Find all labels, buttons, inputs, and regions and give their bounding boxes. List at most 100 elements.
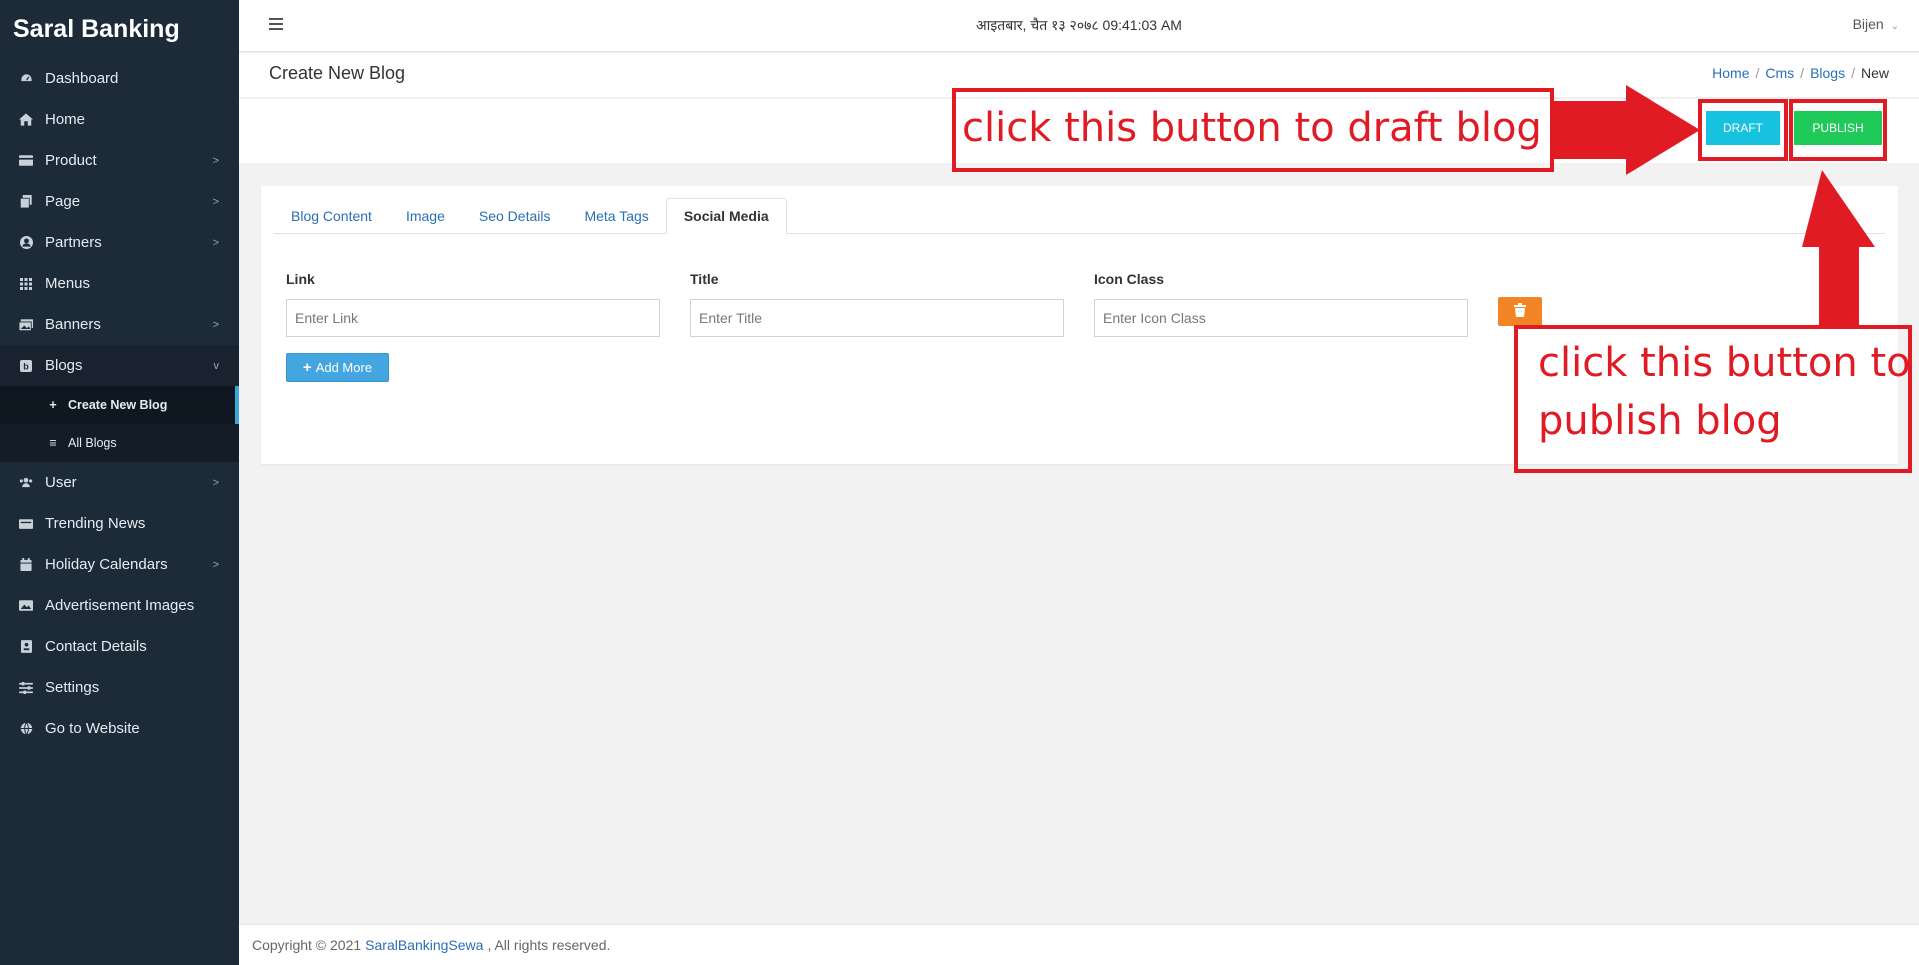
menus-icon	[19, 277, 33, 291]
sidebar-item-blogs[interactable]: b Blogs v	[0, 345, 239, 386]
image-icon	[19, 599, 33, 613]
user-menu[interactable]: Bijen ⌄	[1853, 16, 1899, 32]
dashboard-icon	[19, 72, 33, 86]
tab-meta-tags[interactable]: Meta Tags	[567, 198, 665, 234]
partners-icon	[19, 236, 33, 250]
sidebar-subitem-label: All Blogs	[68, 436, 117, 450]
sidebar-item-create-new-blog[interactable]: + Create New Blog	[0, 386, 239, 424]
sidebar-item-partners[interactable]: Partners >	[0, 222, 239, 263]
sidebar-item-label: Go to Website	[45, 720, 140, 737]
publish-annotation-line1: click this button to	[1538, 340, 1911, 386]
sidebar-item-label: Dashboard	[45, 70, 119, 87]
breadcrumb-cms[interactable]: Cms	[1765, 65, 1794, 81]
page-title: Create New Blog	[269, 63, 406, 83]
sidebar-item-trending-news[interactable]: Trending News	[0, 503, 239, 544]
chevron-right-icon: >	[212, 236, 219, 249]
plus-icon: +	[302, 359, 312, 376]
sidebar-item-label: Page	[45, 193, 81, 210]
chevron-down-icon: ⌄	[1890, 21, 1899, 32]
sidebar-item-go-to-website[interactable]: Go to Website	[0, 708, 239, 749]
footer-company-link[interactable]: SaralBankingSewa	[365, 937, 483, 953]
chevron-down-icon: v	[213, 359, 220, 372]
chevron-right-icon: >	[212, 558, 219, 571]
publish-annotation-line2: publish blog	[1538, 398, 1782, 444]
home-icon	[19, 113, 33, 127]
trash-icon	[1514, 303, 1526, 320]
sidebar-item-menus[interactable]: Menus	[0, 263, 239, 304]
add-more-button[interactable]: + Add More	[286, 353, 389, 382]
icon-class-input[interactable]	[1094, 299, 1468, 337]
breadcrumb-blogs[interactable]: Blogs	[1810, 65, 1845, 81]
sidebar-item-label: Banners	[45, 316, 101, 333]
rights-text: , All rights reserved.	[487, 937, 611, 953]
sidebar-item-home[interactable]: Home	[0, 99, 239, 140]
chevron-right-icon: >	[212, 476, 219, 489]
draft-annotation-text: click this button to draft blog	[962, 105, 1542, 151]
tab-social-media[interactable]: Social Media	[665, 198, 787, 234]
product-icon	[19, 154, 33, 168]
link-input[interactable]	[286, 299, 660, 337]
sidebar-item-label: Product	[45, 152, 97, 169]
breadcrumb-separator: /	[1851, 65, 1855, 81]
blog-tabs: Blog Content Image Seo Details Meta Tags…	[274, 198, 1885, 234]
breadcrumb-current: New	[1860, 65, 1889, 81]
globe-icon	[19, 722, 33, 736]
contact-icon	[19, 640, 33, 654]
current-datetime: आइतबार, चैत १३ २०७८ 09:41:03 AM	[976, 17, 1182, 33]
breadcrumb-separator: /	[1800, 65, 1805, 81]
news-icon	[19, 517, 33, 531]
breadcrumb-separator: /	[1755, 65, 1760, 81]
tab-seo-details[interactable]: Seo Details	[462, 198, 568, 234]
sidebar-item-all-blogs[interactable]: ≡ All Blogs	[0, 424, 239, 462]
brand-title: Saral Banking	[13, 14, 180, 43]
sidebar-item-label: Settings	[45, 679, 100, 696]
sidebar-item-dashboard[interactable]: Dashboard	[0, 58, 239, 99]
sidebar-item-advertisement-images[interactable]: Advertisement Images	[0, 585, 239, 626]
tab-blog-content[interactable]: Blog Content	[274, 198, 389, 234]
copyright-text: Copyright © 2021	[252, 937, 362, 953]
sidebar: Saral Banking Dashboard Home Product > P…	[0, 0, 239, 965]
sidebar-item-label: Contact Details	[45, 638, 147, 655]
publish-button-highlight	[1789, 99, 1887, 161]
sidebar-item-label: User	[45, 474, 77, 491]
blogs-submenu: + Create New Blog ≡ All Blogs	[0, 386, 239, 462]
topbar: आइतबार, चैत १३ २०७८ 09:41:03 AM Bijen ⌄	[239, 0, 1919, 52]
link-label: Link	[286, 271, 315, 287]
list-icon: ≡	[49, 436, 57, 450]
sidebar-item-label: Advertisement Images	[45, 597, 195, 614]
chevron-right-icon: >	[212, 154, 219, 167]
svg-text:b: b	[23, 361, 29, 371]
sidebar-item-label: Trending News	[45, 515, 146, 532]
blogs-icon: b	[19, 359, 33, 373]
footer: Copyright © 2021 SaralBankingSewa , All …	[239, 924, 1919, 965]
sidebar-item-banners[interactable]: Banners >	[0, 304, 239, 345]
sidebar-item-settings[interactable]: Settings	[0, 667, 239, 708]
title-input[interactable]	[690, 299, 1064, 337]
icon-class-label: Icon Class	[1094, 271, 1165, 287]
tab-image[interactable]: Image	[389, 198, 462, 234]
sidebar-item-holiday-calendars[interactable]: Holiday Calendars >	[0, 544, 239, 585]
chevron-right-icon: >	[212, 318, 219, 331]
page-icon	[19, 195, 33, 209]
chevron-right-icon: >	[212, 195, 219, 208]
calendar-icon	[19, 558, 33, 572]
user-name: Bijen	[1852, 16, 1884, 32]
sidebar-subitem-label: Create New Blog	[68, 398, 168, 412]
settings-icon	[19, 681, 33, 695]
title-label: Title	[690, 271, 719, 287]
banners-icon	[19, 318, 33, 332]
sidebar-item-label: Partners	[45, 234, 102, 251]
delete-row-button[interactable]	[1498, 297, 1542, 326]
sidebar-item-product[interactable]: Product >	[0, 140, 239, 181]
sidebar-item-label: Menus	[45, 275, 91, 292]
sidebar-item-contact-details[interactable]: Contact Details	[0, 626, 239, 667]
sidebar-item-label: Holiday Calendars	[45, 556, 168, 573]
breadcrumb-home[interactable]: Home	[1712, 65, 1749, 81]
add-more-label: Add More	[315, 360, 373, 375]
sidebar-item-label: Blogs	[45, 357, 83, 374]
user-icon	[19, 476, 33, 490]
sidebar-item-page[interactable]: Page >	[0, 181, 239, 222]
draft-button-highlight	[1698, 99, 1788, 161]
breadcrumb: Home / Cms / Blogs / New	[1712, 65, 1889, 81]
sidebar-item-user[interactable]: User >	[0, 462, 239, 503]
